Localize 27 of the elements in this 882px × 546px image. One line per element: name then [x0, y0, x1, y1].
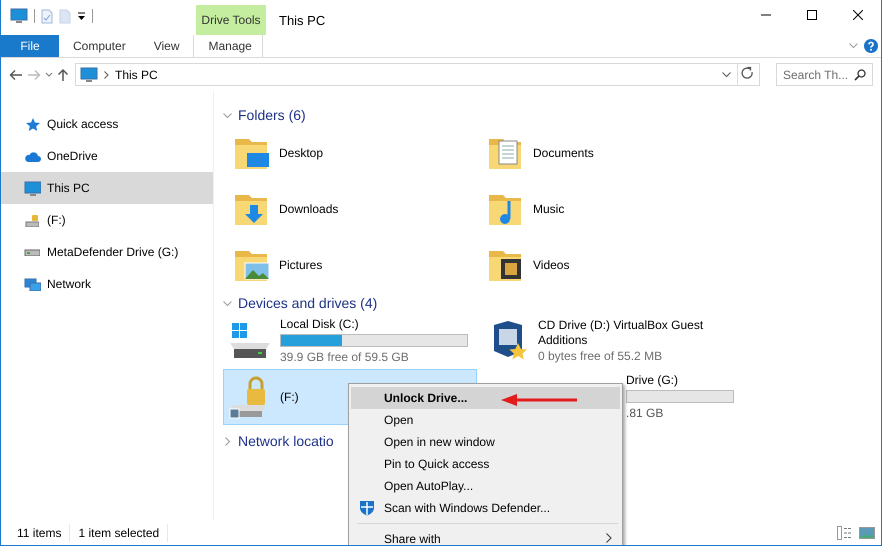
group-heading: Network locatio	[238, 432, 334, 450]
free-space-text: 0 bytes free of 55.2 MB	[538, 348, 664, 364]
free-space-text: .81 GB	[626, 405, 664, 421]
drive-name: CD Drive (D:) VirtualBox Guest Additions	[538, 318, 704, 348]
window-title: This PC	[278, 12, 326, 30]
folder-name: Downloads	[279, 201, 338, 218]
sidebar-label: OneDrive	[47, 148, 98, 165]
folder-name: Videos	[533, 257, 570, 274]
drive-name: Local Disk (C:)	[280, 317, 360, 332]
status-text: 1 item selected	[78, 524, 168, 542]
folder-name: Music	[533, 201, 564, 218]
group-heading: Folders (6)	[238, 106, 306, 125]
sidebar-label: Quick access	[47, 116, 118, 133]
sidebar-label: (F:)	[47, 212, 66, 229]
sidebar-label: MetaDefender Drive (G:)	[47, 244, 178, 261]
sidebar-label: This PC	[47, 180, 90, 197]
sidebar-label: Network	[47, 276, 92, 293]
group-heading: Devices and drives (4)	[238, 294, 378, 313]
folder-name: Documents	[533, 145, 594, 162]
free-space-text: 39.9 GB free of 59.5 GB	[280, 349, 410, 365]
address-path: This PC	[115, 66, 159, 84]
context-tab-group-label: Drive Tools	[196, 5, 266, 35]
drive-name: Drive (G:)	[626, 373, 679, 388]
folder-name: Pictures	[279, 257, 322, 274]
drive-name: (F:)	[280, 390, 299, 404]
status-text: 11 items	[17, 524, 70, 542]
folder-name: Desktop	[279, 145, 324, 162]
